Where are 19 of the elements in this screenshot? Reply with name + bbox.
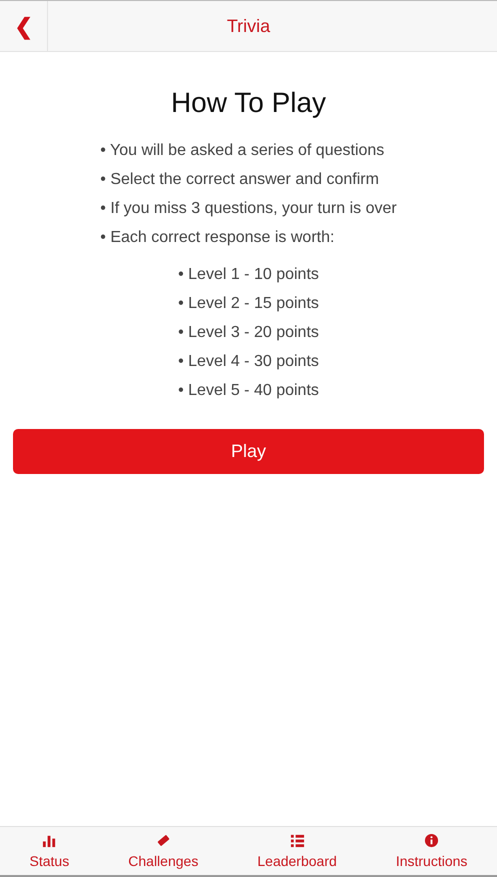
tab-button[interactable]: Status — [26, 827, 74, 875]
play-button[interactable]: Play — [13, 429, 484, 474]
tab-button[interactable]: Challenges — [124, 827, 202, 875]
list-icon — [290, 833, 305, 848]
rule-text: • Level 1 - 10 points — [178, 265, 319, 285]
rule-text: • Level 4 - 30 points — [178, 352, 319, 372]
tab-button[interactable]: Instructions — [392, 827, 472, 875]
rule-text: • Select the correct answer and confirm — [100, 170, 380, 190]
rule-text: • Level 3 - 20 points — [178, 323, 319, 343]
rule-text: • Level 5 - 40 points — [178, 381, 319, 401]
rule-text: • Each correct response is worth: — [100, 228, 336, 248]
info-icon — [424, 833, 440, 848]
rule-text: • Level 2 - 15 points — [178, 294, 319, 314]
rule-text: • If you miss 3 questions, your turn is over — [100, 199, 397, 219]
rule-text: • You will be asked a series of questions — [100, 141, 386, 161]
page-title: Trivia — [226, 14, 272, 38]
heading: How To Play — [170, 86, 328, 120]
tab-button[interactable]: Leaderboard — [253, 827, 341, 875]
bar-chart-icon — [42, 833, 57, 848]
